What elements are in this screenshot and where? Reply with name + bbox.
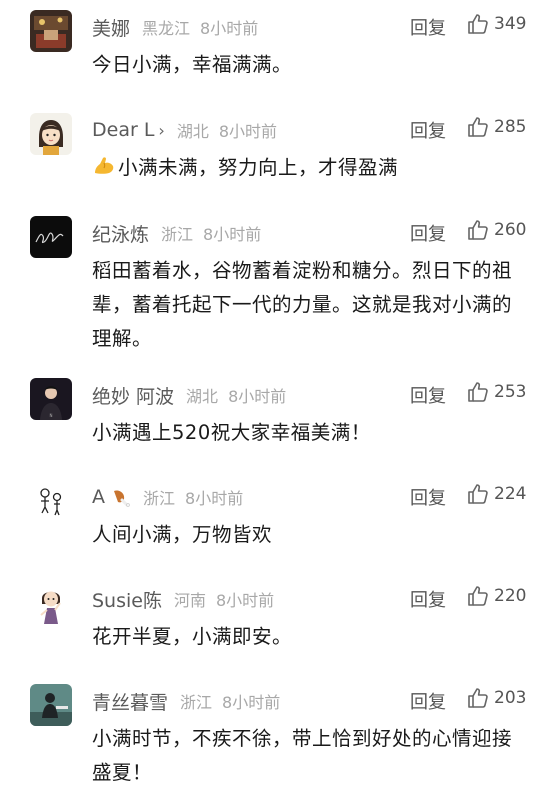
like-count: 285 [494, 117, 527, 137]
comment-text: 小满时节，不疾不徐，带上恰到好处的心情迎接盛夏！ [92, 727, 513, 784]
like-button[interactable]: 220 [466, 584, 526, 608]
username[interactable]: A [92, 486, 131, 508]
comment-text: 人间小满，万物皆欢 [92, 523, 273, 546]
avatar[interactable]: N [30, 378, 72, 420]
timestamp: 8小时前 [203, 225, 262, 244]
timestamp: 8小时前 [228, 387, 287, 406]
comment-meta: A 浙江 8小时前 [92, 482, 243, 512]
avatar[interactable] [30, 480, 72, 522]
like-count: 203 [494, 688, 527, 708]
comment-text: 小满遇上520祝大家幸福美满！ [92, 421, 371, 444]
comment-meta: Susie陈 河南 8小时前 [92, 584, 274, 614]
location: 黑龙江 [142, 19, 191, 38]
location: 湖北 [186, 387, 219, 406]
username[interactable]: Susie陈 [92, 586, 162, 613]
username-text: Dear L [92, 119, 155, 141]
username[interactable]: 青丝暮雪 [92, 688, 168, 715]
thumbs-up-icon [468, 14, 488, 34]
avatar[interactable] [30, 113, 72, 155]
timestamp: 8小时前 [216, 591, 275, 610]
comment-meta: 青丝暮雪 浙江 8小时前 [92, 686, 280, 716]
like-count: 349 [494, 14, 527, 34]
location: 湖北 [176, 122, 209, 141]
username[interactable]: 绝妙 阿波 [92, 382, 174, 409]
like-button[interactable]: 224 [466, 482, 526, 506]
reply-button[interactable]: 回复 [410, 586, 446, 612]
like-button[interactable]: 253 [466, 380, 526, 404]
avatar[interactable] [30, 582, 72, 624]
like-count: 260 [494, 220, 527, 240]
like-button[interactable]: 260 [466, 218, 526, 242]
reply-button[interactable]: 回复 [410, 220, 446, 246]
thumbs-up-icon [468, 117, 488, 137]
reply-button[interactable]: 回复 [410, 484, 446, 510]
timestamp: 8小时前 [185, 489, 244, 508]
reply-button[interactable]: 回复 [410, 117, 446, 143]
comment-text: 小满未满，努力向上，才得盈满 [92, 151, 512, 185]
thumbs-up-icon [468, 382, 488, 402]
thumbs-up-icon [468, 484, 488, 504]
avatar[interactable] [30, 216, 72, 258]
comment-meta: 绝妙 阿波 湖北 8小时前 [92, 380, 286, 410]
like-button[interactable]: 285 [466, 115, 526, 139]
location: 浙江 [143, 489, 176, 508]
username[interactable]: 美娜 [92, 14, 130, 41]
avatar[interactable] [30, 10, 72, 52]
comment-text-body: 小满未满，努力向上，才得盈满 [118, 156, 399, 179]
reply-button[interactable]: 回复 [410, 688, 446, 714]
timestamp: 8小时前 [200, 19, 259, 38]
reply-button[interactable]: 回复 [410, 14, 446, 40]
location: 浙江 [161, 225, 194, 244]
like-count: 224 [494, 484, 527, 504]
location: 河南 [173, 591, 206, 610]
thumbs-up-icon [468, 586, 488, 606]
username[interactable]: 纪泳炼 [92, 220, 149, 247]
reply-button[interactable]: 回复 [410, 382, 446, 408]
like-button[interactable]: 349 [466, 12, 526, 36]
flexed-biceps-icon [95, 157, 114, 174]
drumstick-icon [114, 489, 130, 507]
thumbs-up-icon [468, 688, 488, 708]
like-count: 220 [494, 586, 527, 606]
avatar[interactable] [30, 684, 72, 726]
username[interactable]: Dear L › [92, 119, 165, 141]
like-button[interactable]: 203 [466, 686, 526, 710]
username-text: A [92, 486, 105, 508]
thumbs-up-icon [468, 220, 488, 240]
comment-text: 今日小满，幸福满满。 [92, 53, 293, 76]
like-count: 253 [494, 382, 527, 402]
comment-meta: Dear L › 湖北 8小时前 [92, 115, 277, 145]
comment-meta: 纪泳炼 浙江 8小时前 [92, 218, 261, 248]
location: 浙江 [180, 693, 213, 712]
timestamp: 8小时前 [218, 122, 278, 141]
comment-meta: 美娜 黑龙江 8小时前 [92, 12, 258, 42]
timestamp: 8小时前 [222, 693, 281, 712]
comment-text: 稻田蓄着水，谷物蓄着淀粉和糖分。烈日下的祖辈，蓄着托起下一代的力量。这就是我对小… [92, 259, 513, 350]
chevron-right-icon: › [158, 121, 165, 140]
svg-text:N: N [50, 413, 53, 418]
comment-text: 花开半夏，小满即安。 [92, 625, 293, 648]
